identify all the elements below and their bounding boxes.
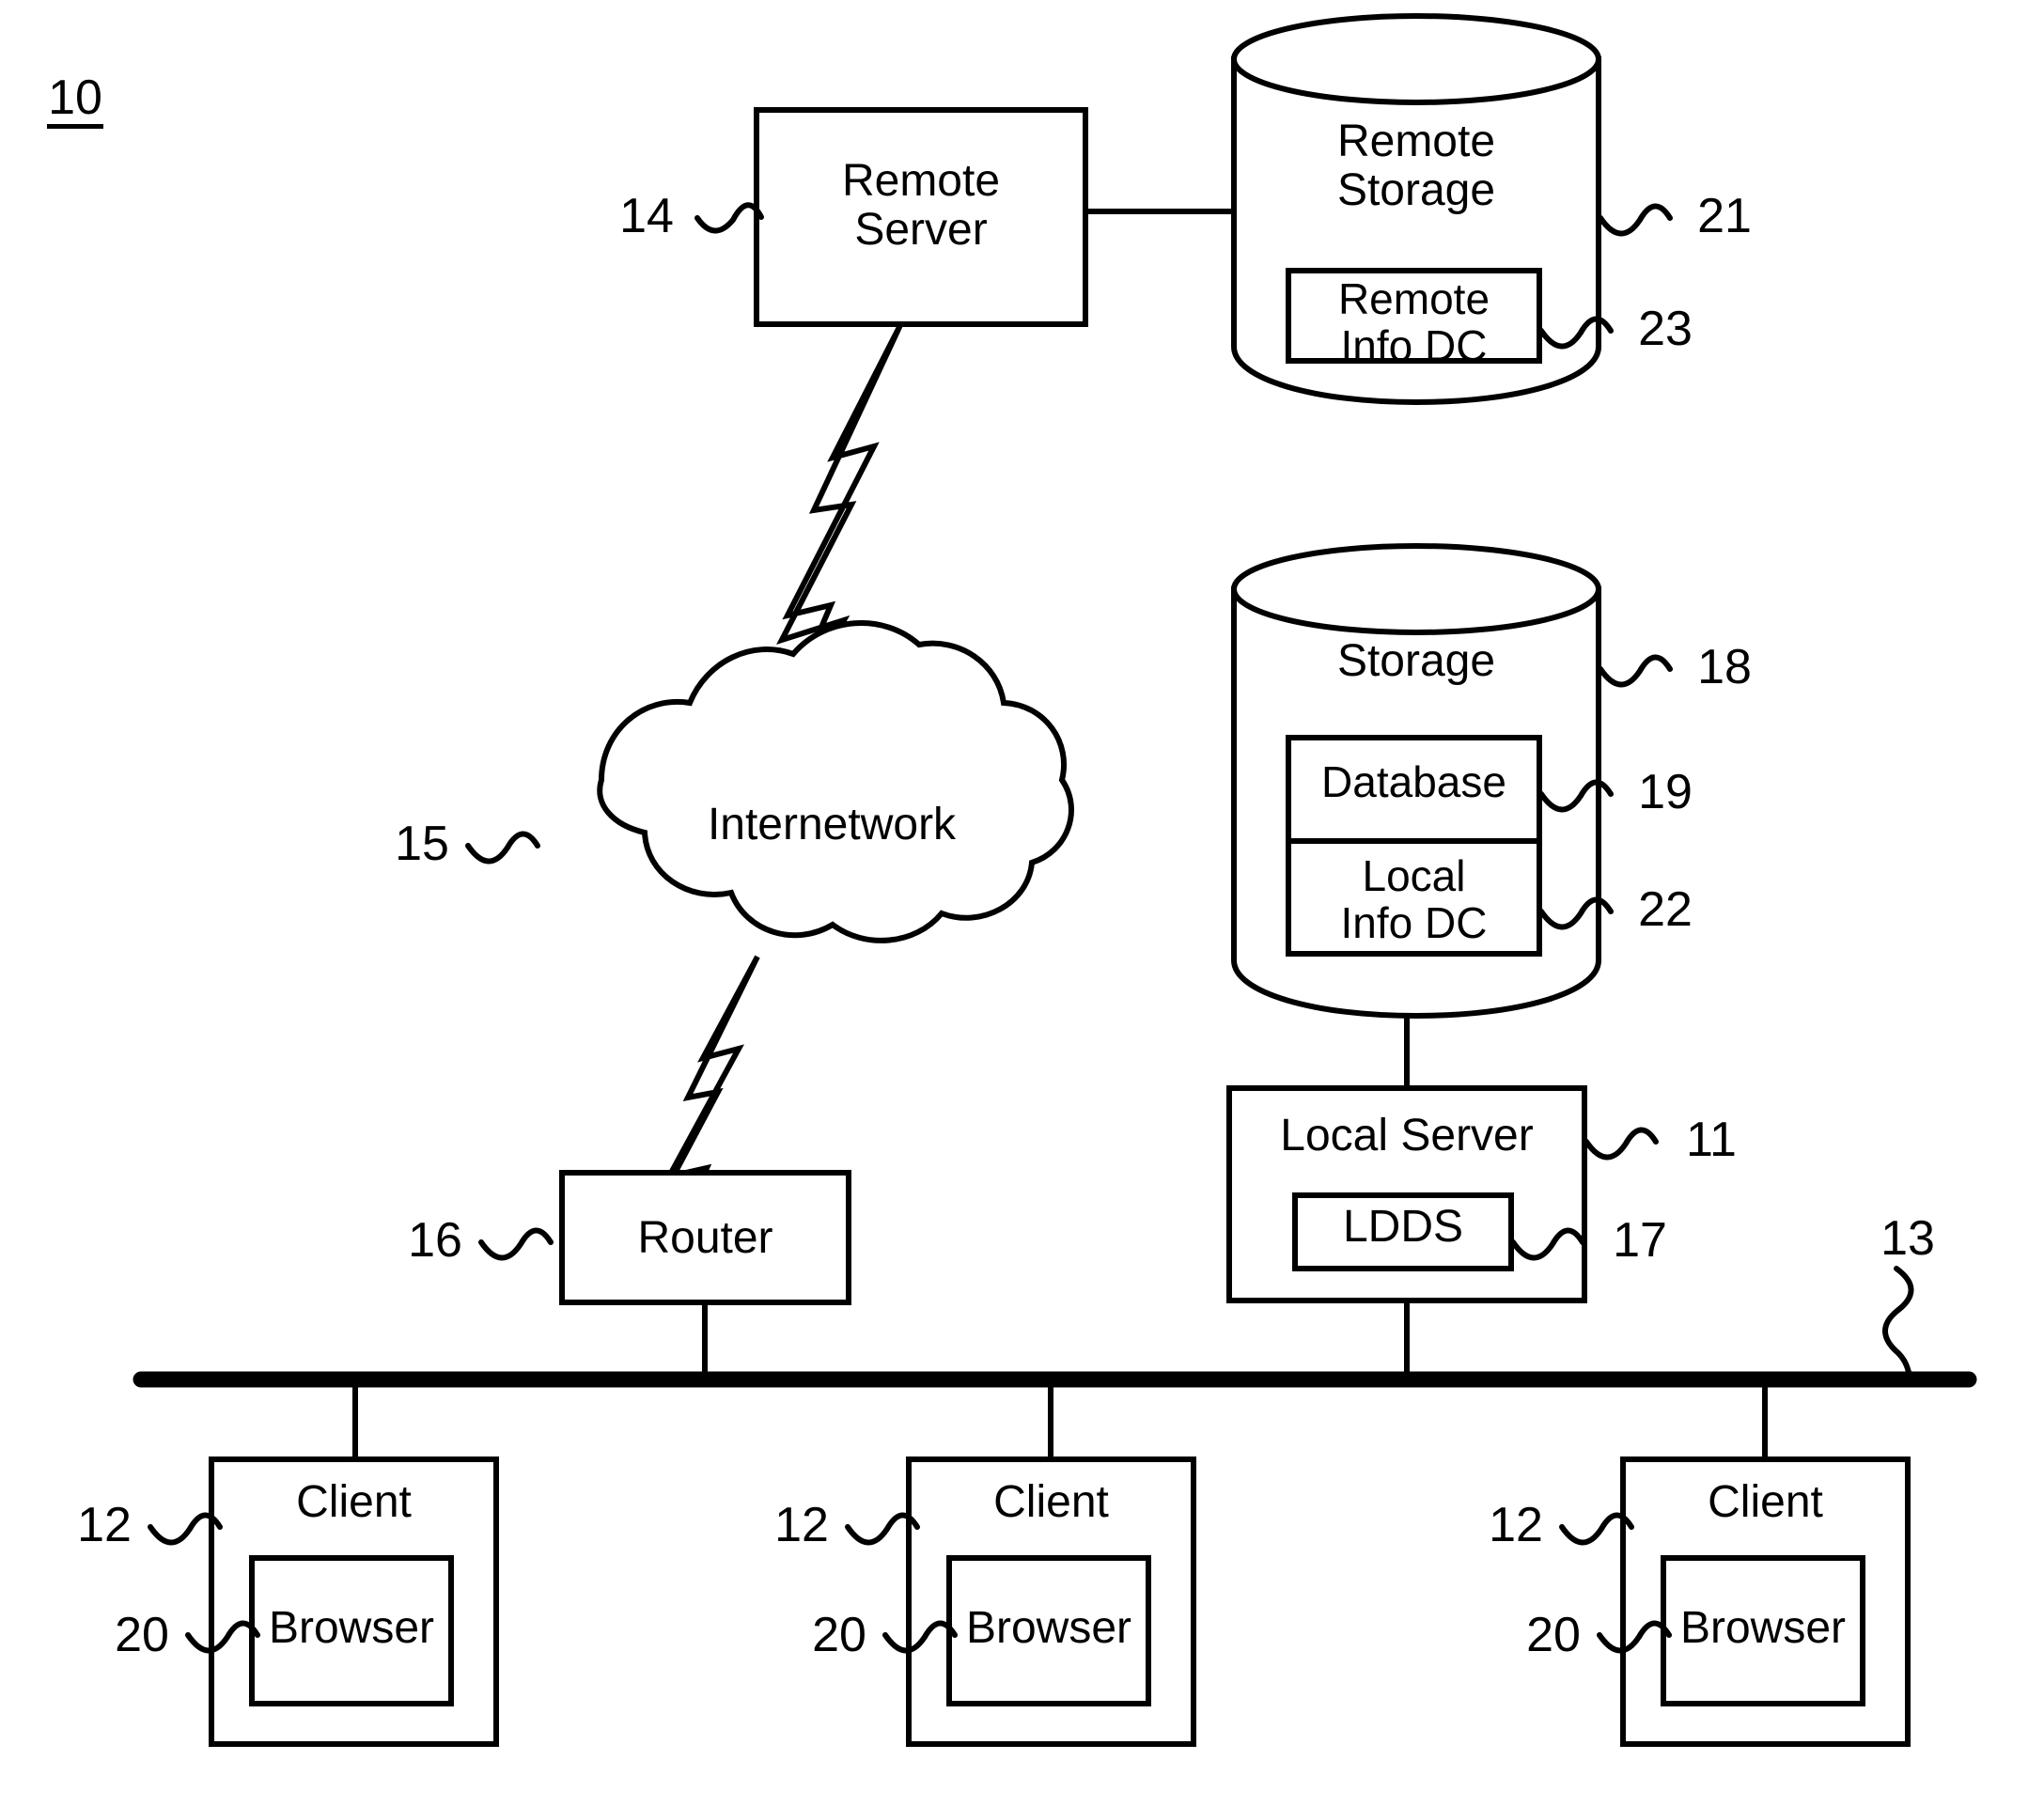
browser-center-label: Browser xyxy=(965,1603,1132,1653)
storage-cylinder-top xyxy=(1231,543,1601,635)
database-label: Database xyxy=(1321,757,1506,806)
ref-num-13: 13 xyxy=(1880,1211,1935,1266)
remote-info-dc-label: Remote Info DC xyxy=(1337,274,1490,370)
ref-num-23: 23 xyxy=(1638,302,1693,356)
browser-right-label: Browser xyxy=(1679,1603,1847,1653)
ref-num-12-left: 12 xyxy=(77,1498,132,1552)
ref-num-12-right: 12 xyxy=(1489,1498,1543,1552)
ref-num-19: 19 xyxy=(1638,765,1693,819)
client-center-label: Client xyxy=(993,1477,1109,1527)
local-info-dc-label: Local Info DC xyxy=(1340,851,1488,947)
local-server-label: Local Server xyxy=(1280,1111,1534,1161)
remote-storage-label: Remote Storage xyxy=(1336,117,1496,215)
ref-num-17: 17 xyxy=(1613,1213,1667,1268)
ref-num-21: 21 xyxy=(1697,189,1752,243)
ref-num-14: 14 xyxy=(619,189,674,243)
browser-left-label: Browser xyxy=(268,1603,435,1653)
leader-18 xyxy=(1598,654,1673,688)
storage-label: Storage xyxy=(1336,636,1496,686)
leader-16 xyxy=(478,1227,554,1261)
client-right-label: Client xyxy=(1708,1477,1823,1527)
figure-number: 10 xyxy=(47,73,103,129)
leader-15 xyxy=(465,831,540,865)
client-left-label: Client xyxy=(296,1477,412,1527)
leader-13 xyxy=(1882,1266,1914,1380)
leader-21 xyxy=(1598,203,1673,237)
remote-storage-cylinder-top xyxy=(1231,13,1601,105)
ref-num-18: 18 xyxy=(1697,640,1752,694)
ref-num-22: 22 xyxy=(1638,882,1693,937)
remote-server-label: Remote Server xyxy=(841,156,1001,255)
ref-num-11: 11 xyxy=(1686,1113,1737,1167)
ref-num-12-center: 12 xyxy=(774,1498,829,1552)
ldds-label: LDDS xyxy=(1342,1202,1464,1252)
ref-num-15: 15 xyxy=(395,817,449,871)
internetwork-cloud-shape xyxy=(597,620,1074,943)
leader-14 xyxy=(694,202,764,234)
diagram-vector-layer xyxy=(133,13,1977,1747)
ref-num-20-right: 20 xyxy=(1526,1608,1581,1662)
ref-num-20-left: 20 xyxy=(115,1608,169,1662)
patent-figure-canvas: 10 Remote Server 14 Remote Storage 21 Re… xyxy=(0,0,2044,1807)
internetwork-label: Internetwork xyxy=(707,800,957,849)
router-label: Router xyxy=(637,1213,773,1263)
ref-num-20-center: 20 xyxy=(812,1608,866,1662)
ref-num-16: 16 xyxy=(408,1213,462,1268)
leader-11 xyxy=(1584,1127,1659,1161)
